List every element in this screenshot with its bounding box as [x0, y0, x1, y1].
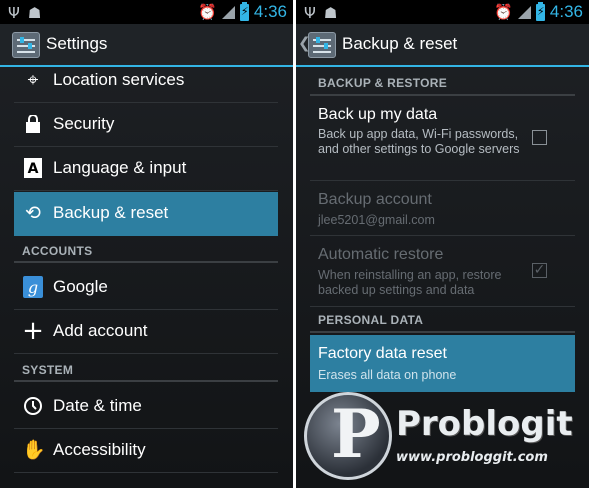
pref-factory-data-reset[interactable]: Factory data reset Erases all data on ph…	[310, 335, 575, 392]
settings-item-label: Date & time	[53, 396, 142, 415]
battery-charging-icon: ⚡	[239, 1, 249, 21]
settings-item-google[interactable]: g Google	[14, 266, 278, 310]
alarm-icon: ⏰	[494, 3, 513, 21]
watermark: P Problogit www.probloggit.com	[300, 392, 589, 488]
language-icon: A	[22, 157, 44, 179]
page-title: Settings	[46, 34, 108, 53]
watermark-logo: P	[304, 392, 392, 480]
settings-item-label: Backup & reset	[53, 203, 169, 222]
plus-icon: +	[22, 316, 44, 346]
pref-automatic-restore: Automatic restore When reinstalling an a…	[310, 237, 575, 307]
settings-app-icon[interactable]	[308, 32, 336, 58]
signal-icon	[221, 5, 235, 19]
watermark-url: www.probloggit.com	[396, 450, 548, 465]
section-header-label: PERSONAL DATA	[318, 313, 424, 327]
pref-summary: jlee5201@gmail.com	[318, 213, 435, 227]
settings-item-backup-reset[interactable]: ⟲ Backup & reset	[14, 192, 278, 236]
section-header-personal-data: PERSONAL DATA	[310, 307, 575, 333]
clock-icon	[22, 395, 44, 417]
google-icon: g	[22, 276, 44, 298]
android-debug-icon: ☗	[27, 4, 42, 22]
svg-text:g: g	[28, 278, 38, 297]
backup-icon: ⟲	[25, 202, 41, 224]
pref-backup-account: Backup account jlee5201@gmail.com	[310, 182, 575, 236]
settings-item-language-input[interactable]: A Language & input	[14, 147, 278, 191]
android-debug-icon: ☗	[323, 4, 338, 22]
pref-summary: When reinstalling an app, restore backed…	[318, 268, 502, 297]
settings-item-date-time[interactable]: Date & time	[14, 385, 278, 429]
settings-item-label: Accessibility	[53, 440, 146, 459]
backup-data-checkbox[interactable]	[532, 130, 547, 145]
page-title: Backup & reset	[342, 34, 458, 53]
status-bar: Ψ ☗ ⏰ ⚡ 4:36	[0, 0, 293, 24]
settings-item-label: Google	[53, 277, 108, 296]
status-bar: Ψ ☗ ⏰ ⚡ 4:36	[296, 0, 589, 24]
settings-item-label: Security	[53, 114, 115, 133]
battery-charging-icon: ⚡	[535, 1, 545, 21]
section-header-label: SYSTEM	[22, 363, 74, 377]
pref-summary: Back up app data, Wi-Fi passwords, and o…	[318, 127, 520, 156]
section-header-label: BACKUP & RESTORE	[318, 76, 448, 90]
pref-summary: Erases all data on phone	[318, 368, 457, 382]
settings-screen: Ψ ☗ ⏰ ⚡ 4:36 Settings ⌖ Location service…	[0, 0, 293, 488]
settings-item-security[interactable]: Security	[14, 103, 278, 147]
settings-item-label: Location services	[53, 70, 185, 89]
signal-icon	[517, 5, 531, 19]
watermark-brand: Problogit	[396, 404, 573, 444]
settings-app-icon[interactable]	[12, 32, 40, 58]
section-header-accounts: ACCOUNTS	[14, 241, 278, 263]
section-header-label: ACCOUNTS	[22, 244, 93, 258]
auto-restore-checkbox: ✓	[532, 262, 547, 278]
status-clock: 4:36	[549, 2, 583, 21]
pref-title: Back up my data	[318, 106, 438, 123]
status-clock: 4:36	[253, 2, 287, 21]
hand-icon: ✋	[22, 439, 46, 461]
alarm-icon: ⏰	[198, 3, 217, 21]
settings-item-location-services[interactable]: ⌖ Location services	[14, 59, 278, 103]
section-header-backup-restore: BACKUP & RESTORE	[310, 70, 575, 96]
settings-item-label: Language & input	[53, 158, 187, 177]
action-bar: ❮ Backup & reset	[296, 24, 589, 67]
settings-item-label: Add account	[53, 321, 148, 340]
usb-icon: Ψ	[8, 4, 20, 22]
location-icon: ⌖	[27, 69, 39, 91]
pref-title: Factory data reset	[318, 345, 447, 362]
pref-title: Backup account	[318, 191, 432, 208]
usb-icon: Ψ	[304, 4, 316, 22]
pref-back-up-my-data[interactable]: Back up my data Back up app data, Wi-Fi …	[310, 97, 575, 181]
pref-title: Automatic restore	[318, 246, 444, 263]
section-header-system: SYSTEM	[14, 360, 278, 382]
settings-item-add-account[interactable]: + Add account	[14, 310, 278, 354]
svg-text:A: A	[28, 161, 39, 177]
settings-item-accessibility[interactable]: ✋ Accessibility	[14, 429, 278, 473]
lock-icon	[22, 113, 44, 135]
